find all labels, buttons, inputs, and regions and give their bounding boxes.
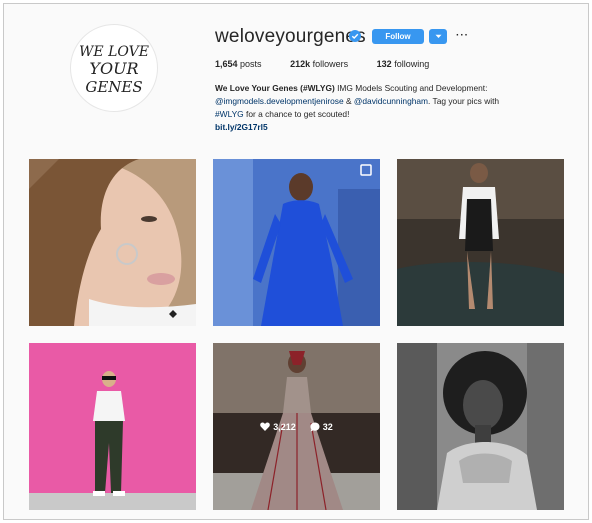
follow-button[interactable]: Follow xyxy=(372,29,424,44)
post-tile[interactable] xyxy=(29,159,196,326)
heart-icon xyxy=(260,422,271,431)
mention-link[interactable]: @imgmodels.development xyxy=(215,96,314,106)
post-image xyxy=(397,159,564,326)
hashtag-link[interactable]: #WLYG xyxy=(215,109,244,119)
chevron-down-icon xyxy=(435,34,441,38)
likes-stat: 3,212 xyxy=(260,422,296,432)
profile-bio: We Love Your Genes (#WLYG) IMG Models Sc… xyxy=(215,82,545,134)
profile-stats: 1,654 posts 212k followers 132 following xyxy=(215,59,455,69)
post-image xyxy=(213,159,380,326)
post-image xyxy=(29,343,196,510)
suggested-dropdown-button[interactable] xyxy=(429,29,447,44)
post-tile[interactable] xyxy=(397,159,564,326)
svg-text:GENES: GENES xyxy=(85,78,142,96)
brand-logo: WE LOVE YOUR GENES xyxy=(79,44,149,96)
posts-stat: 1,654 posts xyxy=(215,59,262,69)
post-tile[interactable] xyxy=(213,159,380,326)
mention-link[interactable]: @davidcunningham xyxy=(354,96,428,106)
profile-page: WE LOVE YOUR GENES weloveyourgenes Follo… xyxy=(3,3,589,520)
profile-username: weloveyourgenes xyxy=(215,26,366,47)
svg-text:YOUR: YOUR xyxy=(89,59,138,78)
comment-bubble-icon xyxy=(310,422,320,431)
bio-url-link[interactable]: bit.ly/2G17rl5 xyxy=(215,121,545,134)
post-tile[interactable] xyxy=(397,343,564,510)
verified-badge-icon xyxy=(349,30,361,42)
followers-stat[interactable]: 212k followers xyxy=(290,59,348,69)
bio-name: We Love Your Genes (#WLYG) xyxy=(215,83,335,93)
more-options-button[interactable]: ··· xyxy=(456,30,469,41)
post-hover-overlay: 3,212 32 xyxy=(213,343,380,510)
profile-avatar[interactable]: WE LOVE YOUR GENES xyxy=(70,24,158,112)
comments-stat: 32 xyxy=(310,422,333,432)
post-image xyxy=(29,159,196,326)
post-tile[interactable]: 3,212 32 xyxy=(213,343,380,510)
post-image xyxy=(397,343,564,510)
svg-text:WE LOVE: WE LOVE xyxy=(79,44,149,60)
mention-link[interactable]: jenirose xyxy=(314,96,343,106)
post-tile[interactable] xyxy=(29,343,196,510)
following-stat[interactable]: 132 following xyxy=(377,59,430,69)
